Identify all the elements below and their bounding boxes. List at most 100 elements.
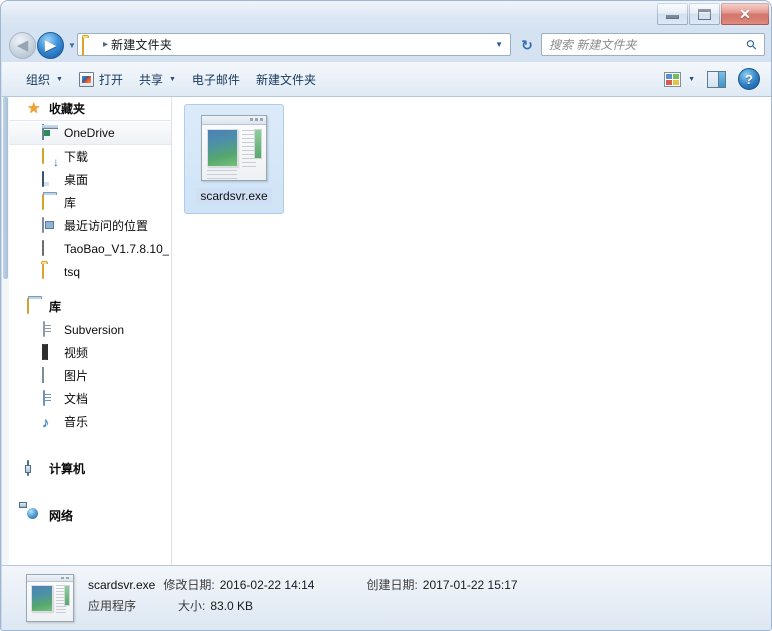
sidebar-item-label: TaoBao_V1.7.8.10_ (64, 241, 170, 256)
sidebar-item-pictures[interactable]: 图片 (9, 364, 171, 387)
view-dropdown-caret-icon[interactable]: ▼ (688, 76, 695, 83)
address-dropdown-caret-icon[interactable]: ▼ (495, 40, 503, 49)
command-toolbar: 组织 ▼ 打开 共享 ▼ 电子邮件 新建文件夹 ▼ ? (2, 62, 771, 97)
explorer-window: ✕ ◀ ▶ ▼ ▸ 新建文件夹 ▼ ↻ 搜索 新建文件夹 ⚲ 组织 ▼ 打开 共… (0, 0, 772, 631)
sidebar-item-videos[interactable]: 视频 (9, 341, 171, 364)
address-row: ◀ ▶ ▼ ▸ 新建文件夹 ▼ ↻ 搜索 新建文件夹 ⚲ (1, 29, 771, 62)
sidebar-group-computer[interactable]: 计算机 (9, 457, 171, 480)
email-button[interactable]: 电子邮件 (184, 67, 248, 91)
navigation-buttons: ◀ ▶ ▼ (9, 32, 76, 59)
sidebar-item-music[interactable]: ♪ 音乐 (9, 410, 171, 433)
breadcrumb-folder-icon (82, 36, 98, 56)
email-label: 电子邮件 (191, 72, 240, 87)
sidebar-item-documents[interactable]: 文档 (9, 387, 171, 410)
preview-pane-button[interactable] (707, 70, 726, 88)
sidebar-item-label: 文档 (64, 392, 89, 406)
recent-places-icon (42, 216, 58, 234)
new-folder-label: 新建文件夹 (255, 72, 316, 87)
computer-icon (27, 459, 43, 477)
address-bar[interactable]: ▸ 新建文件夹 ▼ (77, 33, 511, 56)
new-folder-button[interactable]: 新建文件夹 (248, 67, 324, 91)
details-created-value: 2017-01-22 15:17 (422, 578, 518, 592)
chevron-down-icon: ▼ (56, 75, 63, 83)
file-item[interactable]: scardsvr.exe (184, 104, 284, 214)
back-arrow-icon: ◀ (16, 37, 29, 54)
maximize-button[interactable] (689, 3, 720, 25)
breadcrumb-separator-icon[interactable]: ▸ (103, 39, 108, 50)
details-row-secondary: 应用程序 大小: 83.0 KB (88, 596, 518, 617)
scrollbar-thumb[interactable] (3, 97, 8, 279)
share-button[interactable]: 共享 ▼ (131, 67, 184, 91)
details-file-name: scardsvr.exe (88, 578, 156, 592)
open-icon (78, 71, 94, 87)
close-button[interactable]: ✕ (721, 3, 769, 25)
archive-icon (42, 239, 58, 257)
sidebar-item-tsq[interactable]: tsq (9, 260, 171, 283)
folder-icon (42, 262, 58, 280)
breadcrumb-path[interactable]: 新建文件夹 (111, 36, 172, 53)
window-controls: ✕ (657, 3, 769, 25)
details-pane: scardsvr.exe 修改日期: 2016-02-22 14:14 创建日期… (2, 565, 771, 630)
sidebar-item-label: 视频 (64, 346, 89, 360)
file-name-label: scardsvr.exe (196, 188, 272, 204)
search-box[interactable]: 搜索 新建文件夹 ⚲ (541, 33, 765, 56)
sidebar-item-label: 桌面 (64, 173, 89, 187)
details-modified-label: 修改日期: (163, 578, 215, 592)
sidebar-item-label: 图片 (64, 369, 89, 383)
search-input[interactable]: 搜索 新建文件夹 (549, 36, 636, 53)
sidebar-item-label: Subversion (64, 322, 125, 337)
desktop-icon (42, 170, 58, 188)
star-icon: ★ (27, 99, 41, 117)
organize-label: 组织 (26, 72, 51, 87)
sidebar-group-network[interactable]: 网络 (9, 504, 171, 527)
sidebar-item-libraries-fav[interactable]: 库 (9, 191, 171, 214)
search-icon: ⚲ (743, 35, 761, 53)
sidebar-item-label: 最近访问的位置 (64, 219, 149, 233)
title-bar: ✕ (1, 1, 771, 29)
library-icon (42, 193, 58, 211)
refresh-button[interactable]: ↻ (517, 35, 537, 55)
application-exe-icon (201, 115, 267, 181)
sidebar-item-label: 库 (64, 196, 77, 210)
sidebar-item-onedrive[interactable]: OneDrive (9, 120, 171, 145)
forward-arrow-icon: ▶ (44, 37, 57, 54)
sidebar-item-taobao[interactable]: TaoBao_V1.7.8.10_ (9, 237, 171, 260)
details-file-icon (26, 574, 74, 622)
change-view-icon[interactable] (664, 71, 682, 87)
sidebar-group-label: 收藏夹 (49, 102, 86, 116)
sidebar-item-desktop[interactable]: 桌面 (9, 168, 171, 191)
minimize-button[interactable] (657, 3, 688, 25)
share-label: 共享 (138, 72, 163, 87)
details-file-type: 应用程序 (88, 599, 137, 613)
open-label: 打开 (98, 72, 123, 87)
sidebar-group-favorites[interactable]: ★ 收藏夹 (9, 97, 171, 120)
organize-button[interactable]: 组织 ▼ (18, 67, 71, 91)
sidebar-item-downloads[interactable]: 下载 (9, 145, 171, 168)
file-list-pane[interactable]: scardsvr.exe (173, 97, 771, 565)
help-button[interactable]: ? (738, 68, 760, 90)
document-icon (42, 320, 58, 338)
details-size-value: 83.0 KB (210, 599, 254, 613)
sidebar-item-subversion[interactable]: Subversion (9, 318, 171, 341)
picture-icon (42, 366, 58, 384)
sidebar-group-libraries[interactable]: 库 (9, 295, 171, 318)
content-area: ★ 收藏夹 OneDrive 下载 桌面 库 最近访问的位置 (2, 97, 771, 565)
sidebar-group-label: 库 (49, 300, 62, 314)
video-icon (42, 343, 58, 361)
network-icon (27, 508, 43, 524)
back-button[interactable]: ◀ (9, 32, 36, 59)
forward-button[interactable]: ▶ (37, 32, 64, 59)
details-created-label: 创建日期: (366, 578, 418, 592)
sidebar-item-recent-places[interactable]: 最近访问的位置 (9, 214, 171, 237)
chevron-down-icon: ▼ (168, 75, 176, 83)
details-row-primary: scardsvr.exe 修改日期: 2016-02-22 14:14 创建日期… (88, 575, 518, 596)
open-button[interactable]: 打开 (71, 67, 131, 91)
recent-pages-caret-icon[interactable]: ▼ (68, 41, 76, 50)
toolbar-right-group: ▼ ? (664, 68, 771, 90)
maximize-icon (698, 8, 711, 20)
